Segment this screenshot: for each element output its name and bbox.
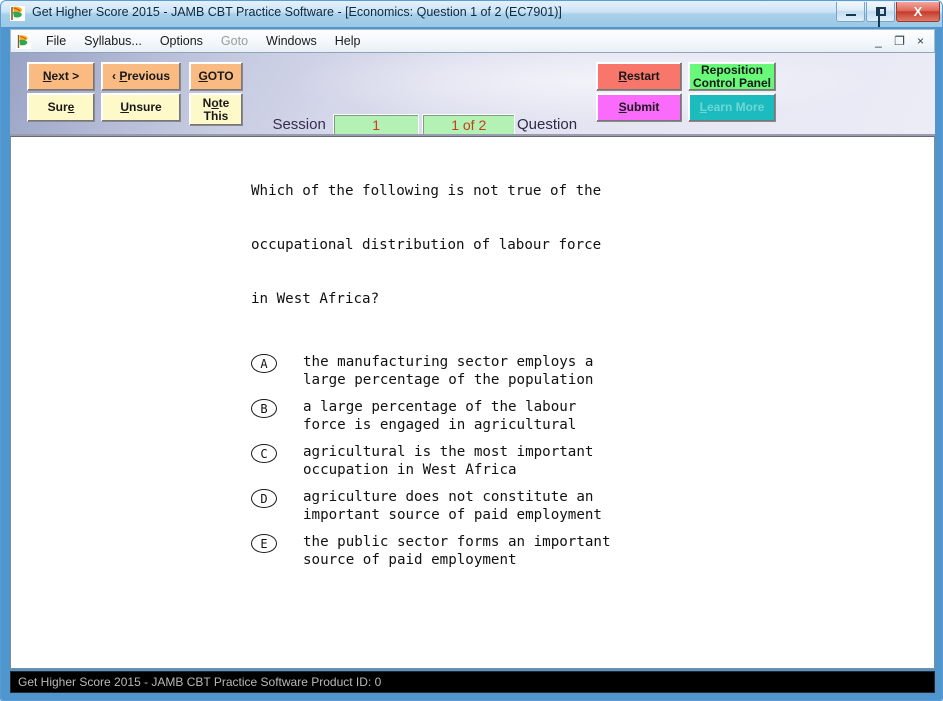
window-title: Get Higher Score 2015 - JAMB CBT Practic…	[32, 5, 562, 19]
goto-note-group: GOTO Note This	[189, 62, 243, 126]
minimize-icon	[845, 13, 856, 16]
session-label: Session	[272, 116, 326, 133]
option-bullet-e[interactable]: E	[251, 534, 277, 553]
menu-item-syllabus[interactable]: Syllabus...	[75, 32, 151, 50]
question-stem-line: Which of the following is not true of th…	[251, 183, 602, 199]
question-stem-line: occupational distribution of labour forc…	[251, 237, 602, 253]
window-controls: X	[836, 2, 940, 27]
session-info-block: Session 1 1 of 2 Time 00:04:54 00:00:06	[253, 113, 516, 134]
sure-button[interactable]: Sure	[27, 93, 95, 122]
option-text-e: the public sector forms an important sour…	[303, 534, 611, 568]
sure-button-label: Sure	[47, 100, 75, 115]
question-stem-line: in West Africa?	[251, 291, 380, 307]
reposition-control-panel-button[interactable]: Reposition Control Panel	[688, 62, 776, 91]
previous-button[interactable]: ‹ Previous	[101, 62, 181, 91]
submit-button[interactable]: Submit	[596, 93, 682, 122]
mdi-window-controls: _ ❐ ×	[869, 33, 930, 50]
close-icon: X	[913, 4, 923, 19]
option-bullet-c[interactable]: C	[251, 444, 277, 463]
maximize-button[interactable]	[866, 2, 895, 27]
question-time-label-block: Question Time	[517, 113, 597, 134]
learn-more-button-label: Learn More	[699, 100, 765, 115]
option-text-c: agricultural is the most important occupa…	[303, 444, 594, 478]
unsure-button[interactable]: Unsure	[101, 93, 181, 122]
session-number-field: 1	[332, 113, 420, 134]
option-row[interactable]: A the manufacturing sector employs a larg…	[251, 353, 691, 389]
maximize-icon	[875, 7, 886, 27]
note-this-line1: Note	[202, 95, 230, 110]
restart-button-label: Restart	[618, 69, 660, 84]
mdi-flag-icon	[16, 33, 31, 49]
next-button-label: Next >	[42, 69, 80, 84]
app-flag-icon	[9, 5, 26, 22]
unsure-button-label: Unsure	[120, 100, 162, 115]
question-time-line1: Question	[517, 116, 578, 133]
submit-button-label: Submit	[618, 100, 660, 115]
status-bar: Get Higher Score 2015 - JAMB CBT Practic…	[10, 671, 935, 693]
question-block: Which of the following is not true of th…	[251, 146, 691, 569]
option-text-d: agriculture does not constitute an import…	[303, 489, 602, 523]
minimize-button[interactable]	[836, 2, 865, 22]
menu-bar: File Syllabus... Options Goto Windows He…	[10, 29, 935, 53]
close-button[interactable]: X	[896, 2, 940, 22]
goto-button-label: GOTO	[198, 69, 234, 84]
menu-item-help[interactable]: Help	[326, 32, 370, 50]
nav-next-group: Next > Sure	[27, 62, 95, 122]
option-row[interactable]: B a large percentage of the labour force …	[251, 398, 691, 434]
question-content-area: Which of the following is not true of th…	[10, 136, 935, 669]
window-frame-inner: Get Higher Score 2015 - JAMB CBT Practic…	[1, 1, 942, 700]
mdi-restore-button[interactable]: ❐	[890, 33, 909, 50]
restart-button[interactable]: Restart	[596, 62, 682, 91]
menu-item-windows[interactable]: Windows	[257, 32, 326, 50]
option-bullet-d[interactable]: D	[251, 489, 277, 508]
previous-button-label: ‹ Previous	[111, 69, 171, 84]
status-bar-text: Get Higher Score 2015 - JAMB CBT Practic…	[18, 675, 382, 689]
title-bar: Get Higher Score 2015 - JAMB CBT Practic…	[1, 1, 942, 27]
option-bullet-a[interactable]: A	[251, 354, 277, 373]
menu-item-options[interactable]: Options	[151, 32, 212, 50]
menu-item-goto: Goto	[220, 34, 249, 48]
option-text-a: the manufacturing sector employs a large …	[303, 354, 594, 388]
note-this-button[interactable]: Note This	[189, 93, 243, 126]
reposition-learn-group: Reposition Control Panel Learn More	[688, 62, 776, 122]
application-window: Get Higher Score 2015 - JAMB CBT Practic…	[0, 0, 943, 701]
mdi-close-button[interactable]: ×	[911, 33, 930, 50]
option-bullet-b[interactable]: B	[251, 399, 277, 418]
reposition-line1: Reposition	[701, 62, 763, 77]
reposition-line2: Control Panel	[692, 75, 771, 90]
mdi-minimize-button[interactable]: _	[869, 33, 888, 50]
learn-more-button[interactable]: Learn More	[688, 93, 776, 122]
question-stem: Which of the following is not true of th…	[251, 146, 691, 344]
session-progress-field: 1 of 2	[422, 113, 516, 134]
option-row[interactable]: C agricultural is the most important occu…	[251, 443, 691, 479]
option-row[interactable]: D agriculture does not constitute an impo…	[251, 488, 691, 524]
session-row: Session 1 1 of 2	[253, 113, 516, 134]
nav-previous-group: ‹ Previous Unsure	[101, 62, 181, 122]
menu-item-file[interactable]: File	[37, 32, 75, 50]
next-button[interactable]: Next >	[27, 62, 95, 91]
restart-submit-group: Restart Submit	[596, 62, 682, 122]
option-text-b: a large percentage of the labour force is…	[303, 399, 577, 433]
note-this-line2: This	[203, 108, 229, 123]
goto-button[interactable]: GOTO	[189, 62, 243, 91]
option-row[interactable]: E the public sector forms an important so…	[251, 533, 691, 569]
control-panel-toolbar: Next > Sure ‹ Previous Unsure GOTO Note …	[10, 53, 935, 136]
